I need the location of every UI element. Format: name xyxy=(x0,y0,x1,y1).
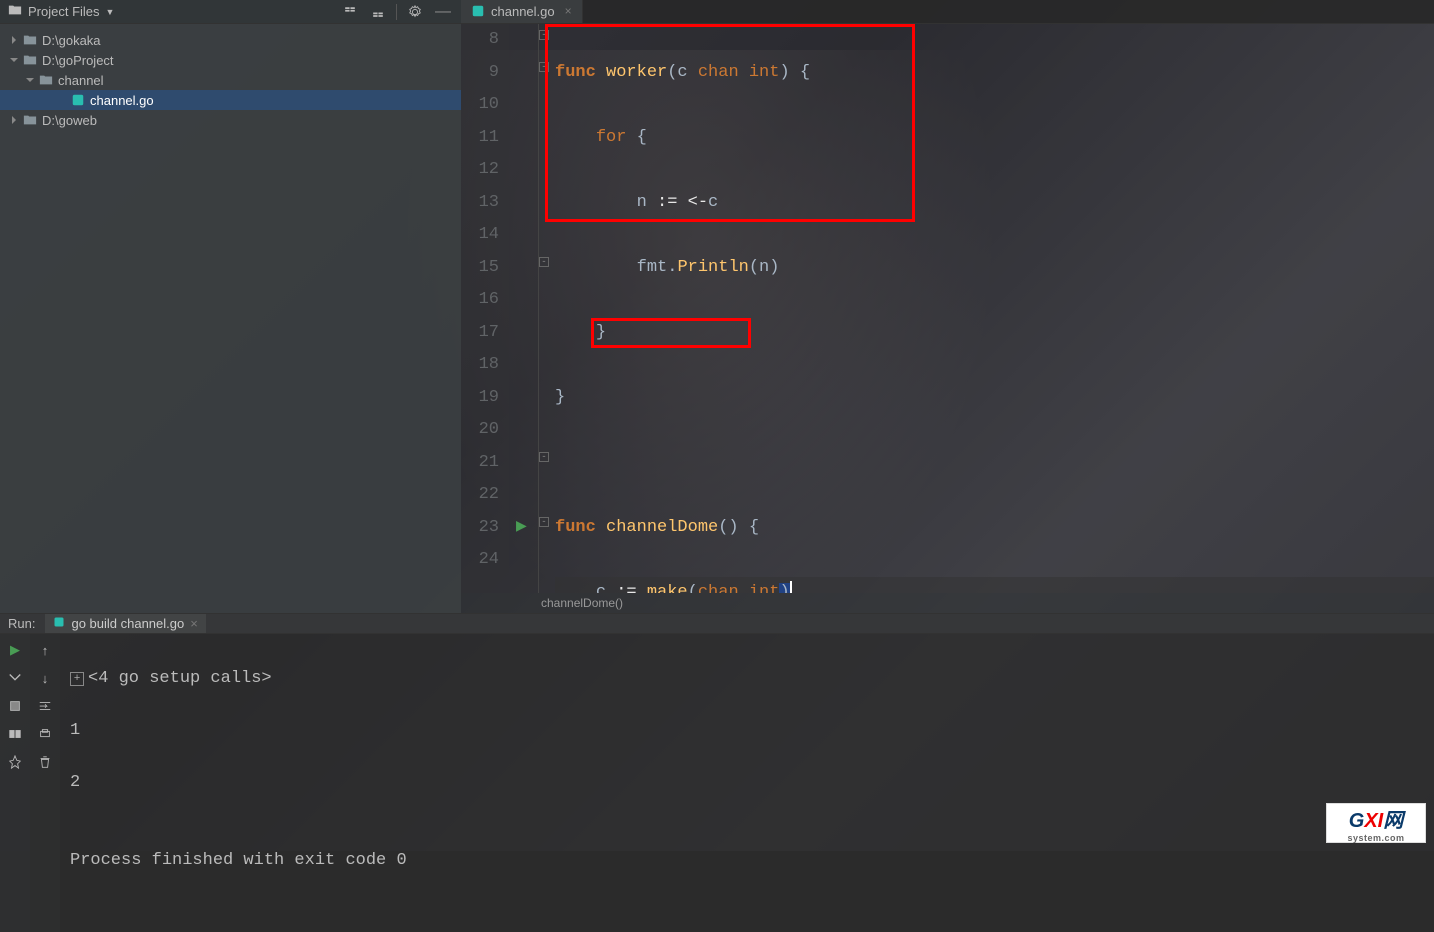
run-tab-label: go build channel.go xyxy=(71,616,184,631)
line-number: 19 xyxy=(461,382,499,415)
chevron-icon xyxy=(8,114,20,126)
chevron-down-icon: ▼ xyxy=(106,7,115,17)
project-files-dropdown[interactable]: Project Files ▼ xyxy=(8,3,114,20)
tree-item[interactable]: D:\gokaka xyxy=(0,30,461,50)
text-cursor xyxy=(790,581,792,593)
line-number: 10 xyxy=(461,89,499,122)
line-number: 22 xyxy=(461,479,499,512)
gear-icon[interactable] xyxy=(405,2,425,22)
line-number: 23 xyxy=(461,512,499,545)
tree-label: D:\goweb xyxy=(42,113,97,128)
trash-button[interactable] xyxy=(35,752,55,772)
console-line: 1 xyxy=(70,718,1424,744)
line-number: 17 xyxy=(461,317,499,350)
tree-label: D:\gokaka xyxy=(42,33,101,48)
line-number: 11 xyxy=(461,122,499,155)
sidebar-title: Project Files xyxy=(28,4,100,19)
fold-marker[interactable]: - xyxy=(539,30,549,40)
hide-button[interactable]: — xyxy=(433,2,453,22)
console-line: 2 xyxy=(70,770,1424,796)
line-number: 21 xyxy=(461,447,499,480)
line-number: 18 xyxy=(461,349,499,382)
settings-button[interactable] xyxy=(5,668,25,688)
tree-label: D:\goProject xyxy=(42,53,114,68)
tab-label: channel.go xyxy=(491,4,555,19)
tree-item[interactable]: channel xyxy=(0,70,461,90)
close-icon[interactable]: × xyxy=(190,616,198,631)
fold-marker[interactable]: - xyxy=(539,517,549,527)
tree-item[interactable]: D:\goProject xyxy=(0,50,461,70)
breadcrumb[interactable]: channelDome() xyxy=(461,593,1434,613)
expand-setup-button[interactable]: + xyxy=(70,672,84,686)
fold-marker[interactable]: - xyxy=(539,452,549,462)
line-number: 20 xyxy=(461,414,499,447)
layout-button[interactable] xyxy=(5,724,25,744)
editor-area: channel.go × 891011121314151617181920212… xyxy=(461,0,1434,613)
line-number-gutter: 89101112131415161718192021222324 xyxy=(461,24,509,593)
tab-channel-go[interactable]: channel.go × xyxy=(461,0,583,23)
folder-icon xyxy=(38,72,54,88)
tree-label: channel.go xyxy=(90,93,154,108)
exit-message: Process finished with exit code 0 xyxy=(70,848,1424,874)
run-header: Run: go build channel.go × xyxy=(0,614,1434,634)
line-number: 15 xyxy=(461,252,499,285)
down-button[interactable]: ↓ xyxy=(35,668,55,688)
folder-icon xyxy=(22,32,38,48)
run-toolbar-console: ↑ ↓ xyxy=(30,634,60,932)
project-tree[interactable]: D:\gokaka D:\goProject channel channel.go D:… xyxy=(0,24,461,136)
folder-icon xyxy=(22,112,38,128)
run-config-tab[interactable]: go build channel.go × xyxy=(45,614,205,633)
wrap-button[interactable] xyxy=(35,696,55,716)
chevron-icon xyxy=(8,54,20,66)
run-gutter-icon[interactable]: ▶ xyxy=(516,511,527,544)
tree-item[interactable]: D:\goweb xyxy=(0,110,461,130)
close-icon[interactable]: × xyxy=(565,4,572,18)
line-number: 24 xyxy=(461,544,499,577)
chevron-icon xyxy=(8,34,20,46)
up-button[interactable]: ↑ xyxy=(35,640,55,660)
print-button[interactable] xyxy=(35,724,55,744)
run-toolbar-left: ▶ xyxy=(0,634,30,932)
gutter-icons: ▶ xyxy=(509,24,539,593)
tree-label: channel xyxy=(58,73,104,88)
editor-tabs: channel.go × xyxy=(461,0,1434,24)
go-file-icon xyxy=(471,4,485,18)
expand-all-button[interactable] xyxy=(368,2,388,22)
line-number: 14 xyxy=(461,219,499,252)
sidebar-header: Project Files ▼ — xyxy=(0,0,461,24)
watermark: GXI网 system.com xyxy=(1326,803,1426,843)
chevron-icon xyxy=(24,74,36,86)
line-number: 13 xyxy=(461,187,499,220)
line-number: 9 xyxy=(461,57,499,90)
folder-icon xyxy=(22,52,38,68)
line-number: 16 xyxy=(461,284,499,317)
code-editor[interactable]: 89101112131415161718192021222324 ▶ - - -… xyxy=(461,24,1434,593)
go-file-icon xyxy=(53,616,65,631)
fold-gutter: - - - - - xyxy=(539,24,551,593)
tree-item[interactable]: channel.go xyxy=(0,90,461,110)
run-label: Run: xyxy=(8,616,35,631)
pin-button[interactable] xyxy=(5,752,25,772)
line-number: 12 xyxy=(461,154,499,187)
line-number: 8 xyxy=(461,24,499,57)
fold-marker[interactable]: - xyxy=(539,62,549,72)
setup-calls-text: <4 go setup calls> xyxy=(88,666,272,692)
stop-button[interactable] xyxy=(5,696,25,716)
chevron-icon xyxy=(56,94,68,106)
go-file-icon xyxy=(70,92,86,108)
folder-icon xyxy=(8,3,22,20)
console-output[interactable]: + <4 go setup calls> 1 2 Process finished… xyxy=(60,634,1434,932)
project-sidebar: Project Files ▼ — D:\gokaka D:\goProject c… xyxy=(0,0,461,613)
collapse-all-button[interactable] xyxy=(340,2,360,22)
run-panel: Run: go build channel.go × ▶ ↑ ↓ xyxy=(0,613,1434,851)
rerun-button[interactable]: ▶ xyxy=(5,640,25,660)
code-content[interactable]: func worker(c chan int) { for { n := <-c… xyxy=(551,24,1434,593)
fold-marker[interactable]: - xyxy=(539,257,549,267)
